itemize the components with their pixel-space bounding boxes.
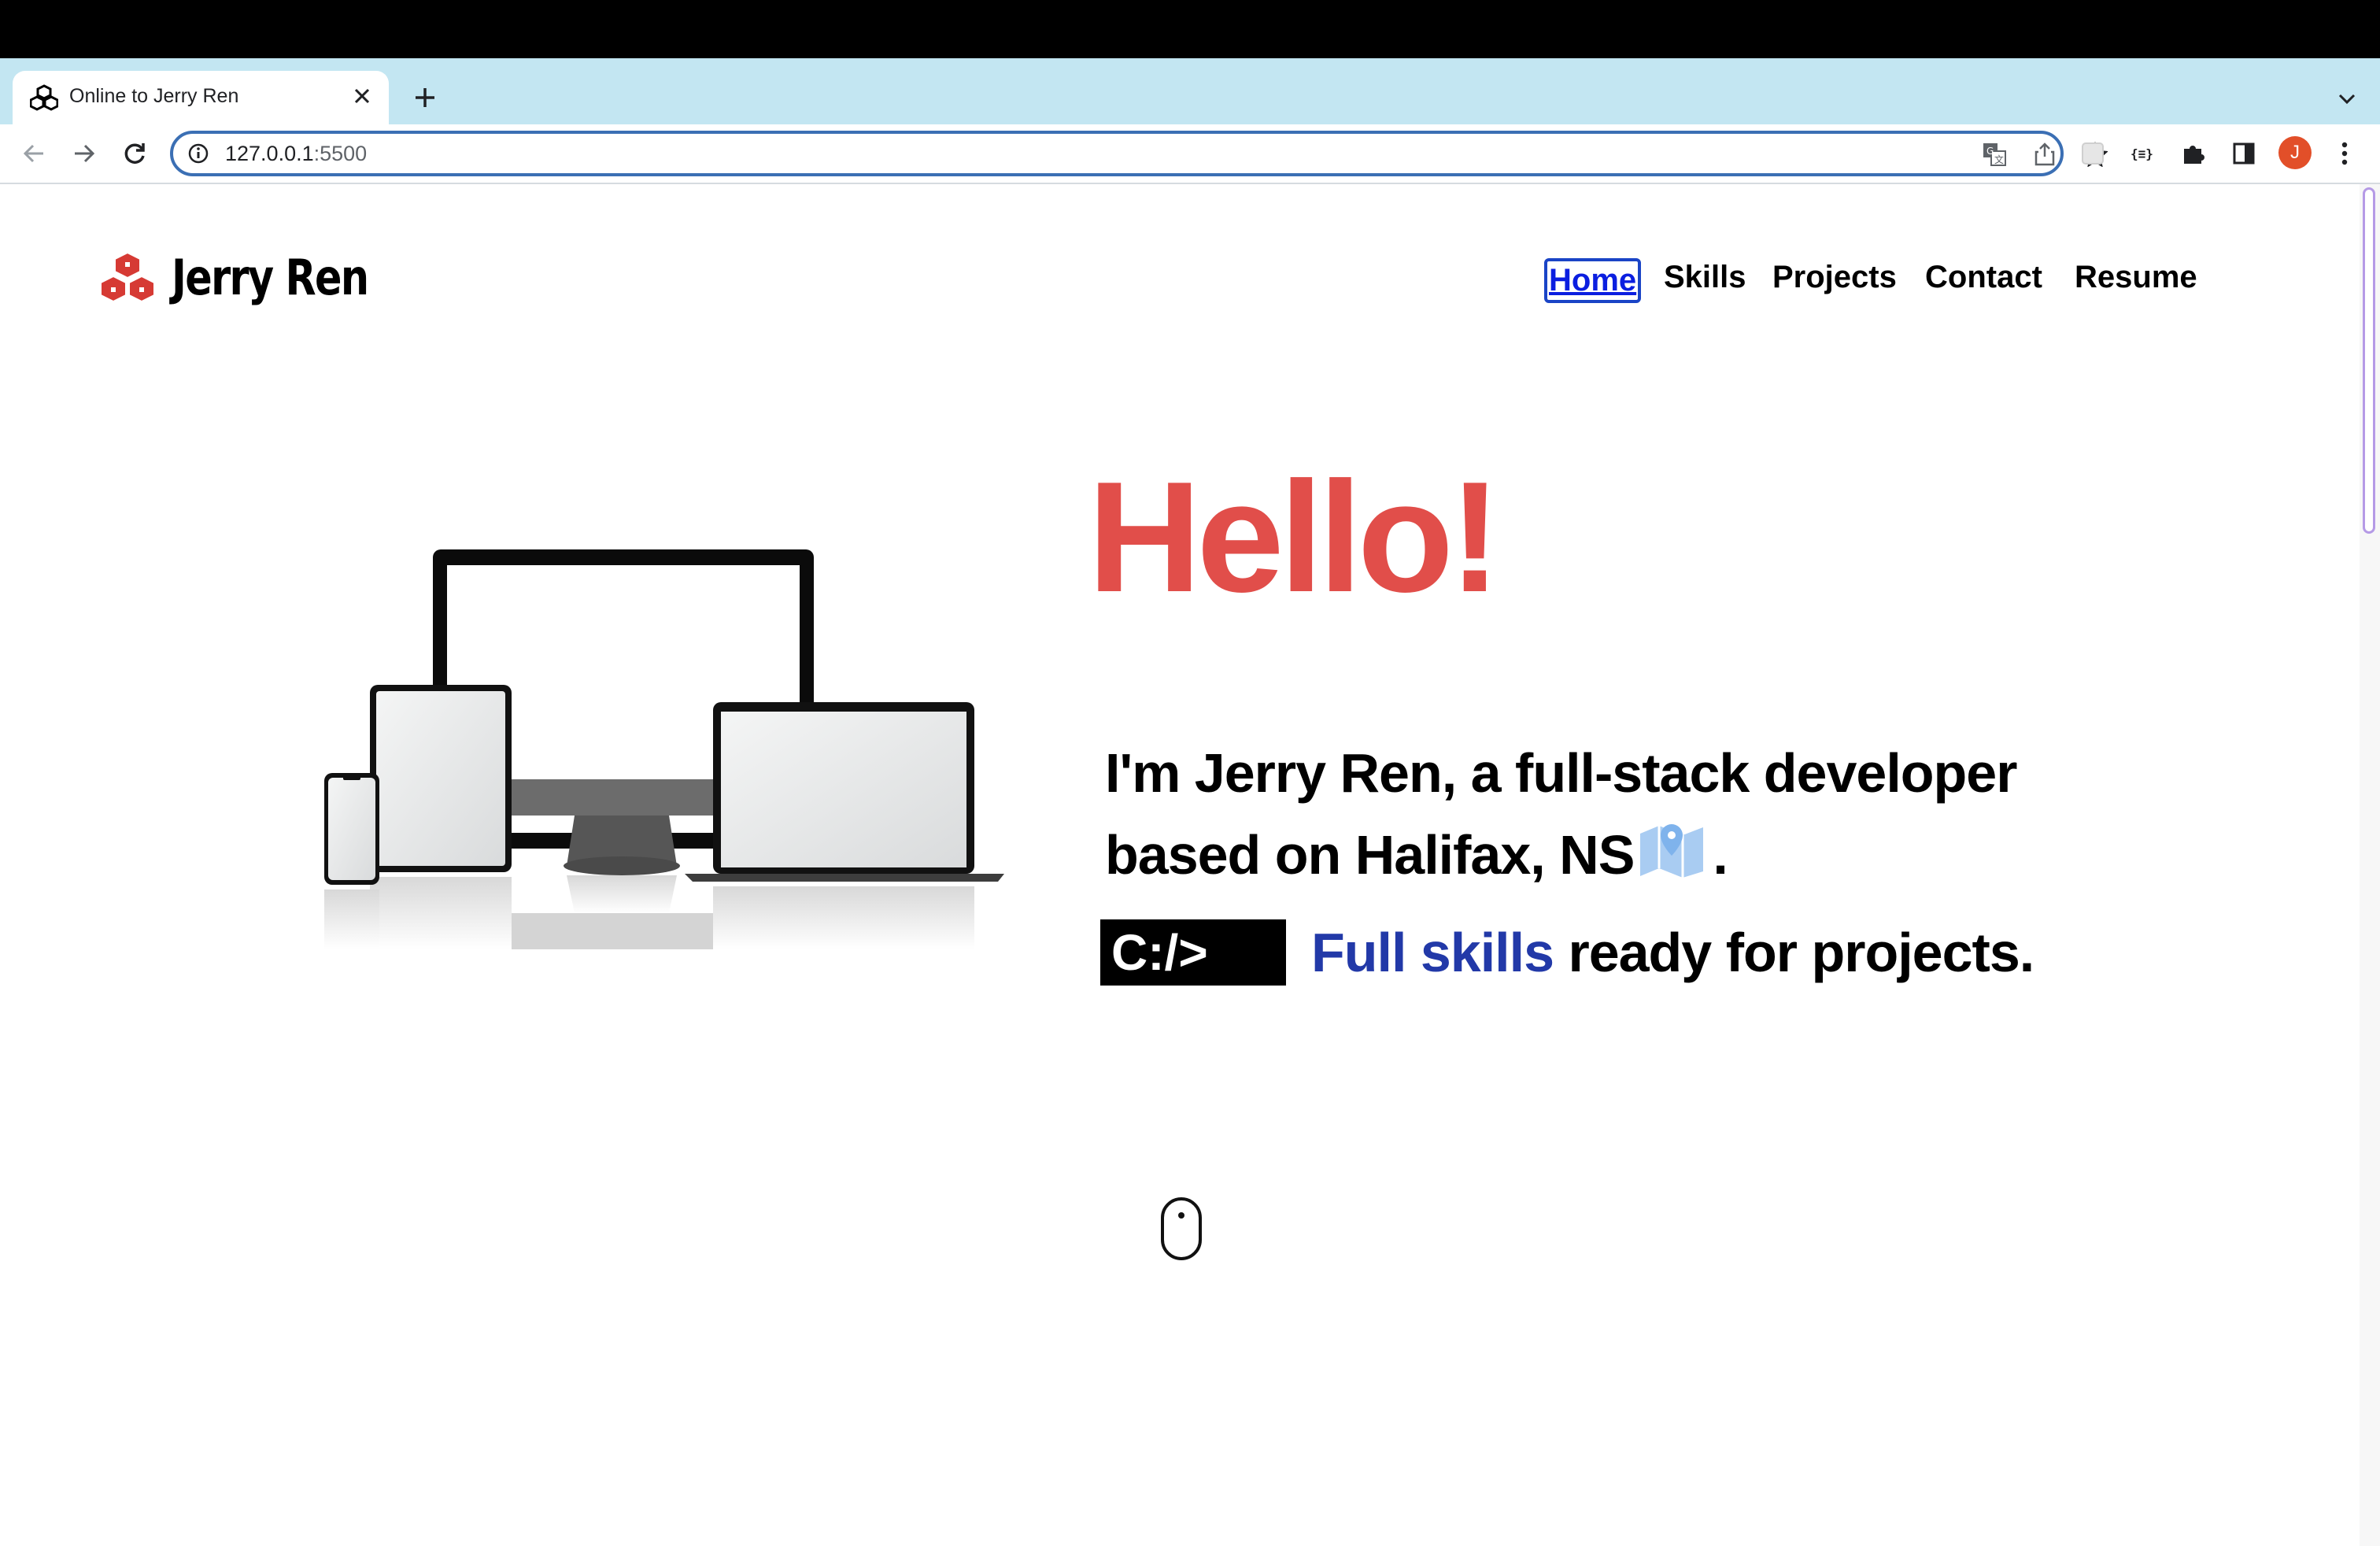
skills-tagline: Full skills ready for projects. — [1311, 919, 2034, 986]
nav-home[interactable]: Home — [1544, 258, 1642, 303]
svg-text:文: 文 — [1994, 153, 2004, 165]
cubes-icon — [30, 84, 58, 111]
chevron-down-icon[interactable] — [2330, 82, 2364, 117]
nav-skills[interactable]: Skills — [1664, 260, 1746, 295]
terminal-prompt: C:/> — [1100, 919, 1286, 986]
back-arrow-icon[interactable] — [14, 134, 54, 173]
share-icon[interactable] — [2031, 140, 2059, 168]
svg-text:G: G — [1986, 146, 1994, 157]
menu-bar — [0, 0, 2380, 58]
reload-icon[interactable] — [115, 134, 154, 173]
hero-intro: I'm Jerry Ren, a full-stack developer ba… — [1105, 732, 2017, 901]
nav-projects[interactable]: Projects — [1772, 260, 1897, 295]
intro-period: . — [1713, 824, 1728, 886]
logo-text: Jerry Ren — [172, 249, 369, 306]
browser-tab[interactable]: Online to Jerry Ren — [13, 71, 389, 124]
cubes-icon — [100, 251, 155, 302]
intro-line-2: based on Halifax, NS — [1105, 824, 1635, 886]
nav-resume[interactable]: Resume — [2075, 260, 2197, 295]
url-text: 127.0.0.1:5500 — [225, 142, 368, 165]
json-extension-icon[interactable]: {≡} — [2125, 135, 2161, 172]
intro-line-1: I'm Jerry Ren, a full-stack developer — [1105, 742, 2017, 804]
map-pin-icon — [1637, 818, 1706, 901]
scroll-mouse-icon[interactable] — [1160, 1196, 1203, 1261]
devices-illustration — [324, 549, 1004, 949]
forward-arrow-icon[interactable] — [65, 134, 104, 173]
puzzle-icon[interactable] — [2175, 135, 2212, 172]
svg-text:{≡}: {≡} — [2131, 146, 2153, 161]
close-tab-icon[interactable] — [346, 80, 378, 112]
scrollbar-thumb[interactable] — [2363, 187, 2375, 534]
address-bar[interactable]: 127.0.0.1:5500 G文 — [170, 131, 2108, 176]
nav-contact[interactable]: Contact — [1925, 260, 2042, 295]
profile-avatar[interactable]: J — [2278, 136, 2312, 169]
site-info-icon[interactable] — [187, 142, 209, 165]
translate-icon[interactable]: G文 — [1980, 140, 2009, 168]
extension-blank-icon[interactable] — [2075, 135, 2111, 172]
tab-title: Online to Jerry Ren — [69, 85, 239, 107]
hero-greeting: Hello! — [1088, 449, 1502, 625]
new-tab-icon[interactable] — [408, 80, 442, 115]
skills-highlight: Full skills — [1311, 922, 1554, 983]
skills-rest: ready for projects. — [1554, 922, 2034, 983]
browser-toolbar: 127.0.0.1:5500 G文 {≡} — [0, 124, 2380, 184]
more-menu-icon[interactable] — [2326, 135, 2363, 172]
site-logo[interactable]: Jerry Ren — [99, 249, 411, 306]
side-panel-icon[interactable] — [2226, 135, 2262, 172]
